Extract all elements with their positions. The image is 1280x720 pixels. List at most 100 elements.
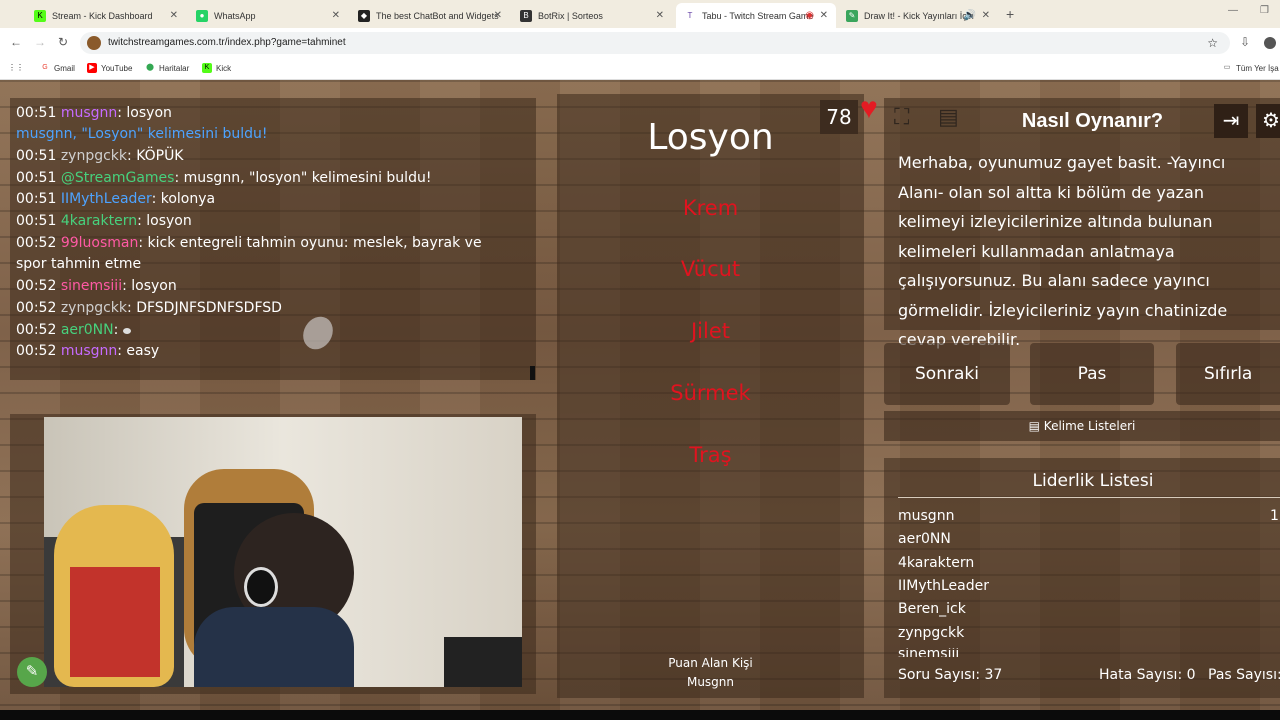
reload-icon[interactable]: ↻	[58, 35, 68, 49]
bookmark-kick[interactable]: K Kick	[202, 63, 231, 73]
chatbot-icon: ◆	[358, 9, 370, 22]
whatsapp-icon: ●	[196, 9, 208, 22]
timer-counter: 78	[820, 100, 858, 134]
chat-message: 00:52 aer0NN:	[16, 320, 486, 341]
chat-message: 00:51 musgnn: losyon	[16, 105, 172, 121]
restore-icon[interactable]: ❐	[1260, 5, 1269, 16]
headset-icon	[244, 567, 278, 607]
exit-icon[interactable]: ⇥	[1214, 104, 1248, 138]
leaderboard-name: aer0NN	[898, 531, 951, 547]
kick-icon: K	[202, 63, 212, 73]
all-bookmarks[interactable]: ▭ Tüm Yer İşa	[1222, 63, 1279, 73]
divider	[898, 497, 1280, 498]
url-text: twitchstreamgames.com.tr/index.php?game=…	[108, 37, 346, 48]
pencil-edit-button[interactable]: ✎	[17, 657, 47, 687]
gear-icon[interactable]: ⚙	[1256, 104, 1280, 138]
close-icon[interactable]: ✕	[820, 10, 828, 21]
leaderboard-name: IIMythLeader	[898, 578, 989, 594]
tab-chatbot[interactable]: ◆ The best ChatBot and Widgets ✕	[350, 3, 510, 28]
taboo-word: Vücut	[680, 257, 741, 281]
close-icon[interactable]: ✕	[982, 10, 990, 21]
tab-label: Tabu - Twitch Stream Game	[702, 10, 814, 21]
tabu-icon: T	[684, 9, 696, 22]
new-tab-icon[interactable]: +	[1006, 6, 1014, 22]
browser-tab-strip: K Stream - Kick Dashboard ✕ ● WhatsApp ✕…	[0, 0, 1280, 28]
bookmarks-bar: ⋮⋮ G Gmail ▶ YouTube ⬤ Haritalar K Kick ▭ Tüm…	[0, 58, 1280, 80]
howto-text: Merhaba, oyunumuz gayet basit. -Yayıncı …	[898, 153, 1228, 349]
leaderboard-name: musgnn	[898, 508, 955, 524]
chat-message: 00:52 99luosman: kick entegreli tahmin o…	[16, 235, 482, 272]
howto-title: Nasıl Oynanır?	[1021, 110, 1164, 132]
kick-icon: K	[34, 9, 46, 22]
maps-icon: ⬤	[146, 64, 154, 71]
speaker-icon[interactable]: 🔊	[964, 10, 976, 21]
forward-icon[interactable]: →	[34, 35, 46, 49]
tab-label: Draw It! - Kick Yayınları İçin	[864, 10, 974, 21]
pass-count: Pas Sayısı:	[1208, 667, 1280, 683]
chat-message: 00:51 @StreamGames: musgnn, "losyon" kel…	[16, 170, 432, 186]
minimize-icon[interactable]: —	[1228, 5, 1238, 16]
leaderboard-score: 1(	[1270, 508, 1280, 524]
url-input[interactable]: twitchstreamgames.com.tr/index.php?game=…	[80, 32, 1230, 54]
bookmark-maps[interactable]: ⬤ Haritalar	[145, 63, 189, 73]
address-bar-row: ← → ↻ twitchstreamgames.com.tr/index.php…	[0, 28, 1280, 58]
bookmark-youtube[interactable]: ▶ YouTube	[87, 63, 132, 73]
next-button[interactable]: Sonraki	[884, 343, 1010, 405]
reset-button[interactable]: Sıfırla	[1176, 343, 1280, 405]
tab-whatsapp[interactable]: ● WhatsApp ✕	[188, 3, 348, 28]
scorer-name: Musgnn	[686, 675, 735, 689]
jersey	[70, 567, 160, 677]
tab-label: The best ChatBot and Widgets	[376, 10, 499, 21]
tab-botrix[interactable]: B BotRix | Sorteos ✕	[512, 3, 672, 28]
leaderboard-name: Beren_ick	[898, 601, 966, 617]
chat-message: 00:51 IIMythLeader: kolonya	[16, 191, 216, 207]
site-info-icon[interactable]	[87, 36, 101, 50]
chat-scrollbar[interactable]	[530, 366, 535, 380]
extensions-icon[interactable]: ⇩	[1240, 35, 1250, 49]
heart-icon: ♥	[860, 92, 878, 125]
word-lists-button[interactable]: ▤ Kelime Listeleri	[884, 411, 1280, 441]
taboo-word: Jilet	[690, 319, 731, 343]
chat-message: 00:51 zynpgckk: KÖPÜK	[16, 148, 184, 164]
bookmark-star-icon[interactable]: ☆	[1207, 32, 1218, 54]
error-count: Hata Sayısı: 0	[1099, 667, 1196, 683]
question-count: Soru Sayısı: 37	[898, 667, 1003, 683]
chat-system-message: musgnn, "Losyon" kelimesini buldu!	[16, 126, 268, 142]
back-icon[interactable]: ←	[10, 35, 22, 49]
leaderboard-clipped-row: sinemsiii	[898, 648, 960, 657]
taboo-word: Traş	[689, 443, 732, 467]
tab-drawit[interactable]: ✎ Draw It! - Kick Yayınları İçin 🔊 ✕	[838, 3, 998, 28]
bookmark-gmail[interactable]: G Gmail	[40, 63, 75, 73]
target-word: Losyon	[647, 117, 774, 158]
tab-label: BotRix | Sorteos	[538, 10, 603, 21]
pass-button[interactable]: Pas	[1030, 343, 1154, 405]
scorer-label: Puan Alan Kişi	[668, 656, 753, 670]
tab-label: Stream - Kick Dashboard	[52, 10, 153, 21]
chat-message: 00:52 zynpgckk: DFSDJNFSDNFSDFSD	[16, 300, 282, 316]
tab-tabu[interactable]: T Tabu - Twitch Stream Game ◉ ✕	[676, 3, 836, 28]
leaderboard-name: zynpgckk	[898, 625, 965, 641]
desk	[444, 637, 522, 687]
document-icon: ▤	[1028, 419, 1044, 433]
apps-grid-icon[interactable]: ⋮⋮	[8, 63, 24, 72]
youtube-icon: ▶	[87, 63, 97, 73]
taboo-word: Sürmek	[670, 381, 751, 405]
chat-message: 00:52 sinemsiii: losyon	[16, 278, 177, 294]
tab-kick-dashboard[interactable]: K Stream - Kick Dashboard ✕	[26, 3, 186, 28]
webcam-video	[44, 417, 522, 687]
close-icon[interactable]: ✕	[656, 10, 664, 21]
close-icon[interactable]: ✕	[494, 10, 502, 21]
emote-icon	[122, 328, 131, 334]
gmail-icon: G	[42, 64, 48, 71]
botrix-icon: B	[520, 9, 532, 22]
recording-icon: ◉	[805, 10, 814, 21]
chat-message: 00:52 musgnn: easy	[16, 343, 160, 359]
close-icon[interactable]: ✕	[170, 10, 178, 21]
taskbar-edge	[0, 710, 1280, 720]
folder-icon: ▭	[1223, 64, 1231, 71]
close-icon[interactable]: ✕	[332, 10, 340, 21]
streamer-body	[194, 607, 354, 687]
profile-avatar[interactable]	[1264, 37, 1276, 49]
taboo-word: Krem	[682, 196, 739, 220]
tab-label: WhatsApp	[214, 10, 256, 21]
